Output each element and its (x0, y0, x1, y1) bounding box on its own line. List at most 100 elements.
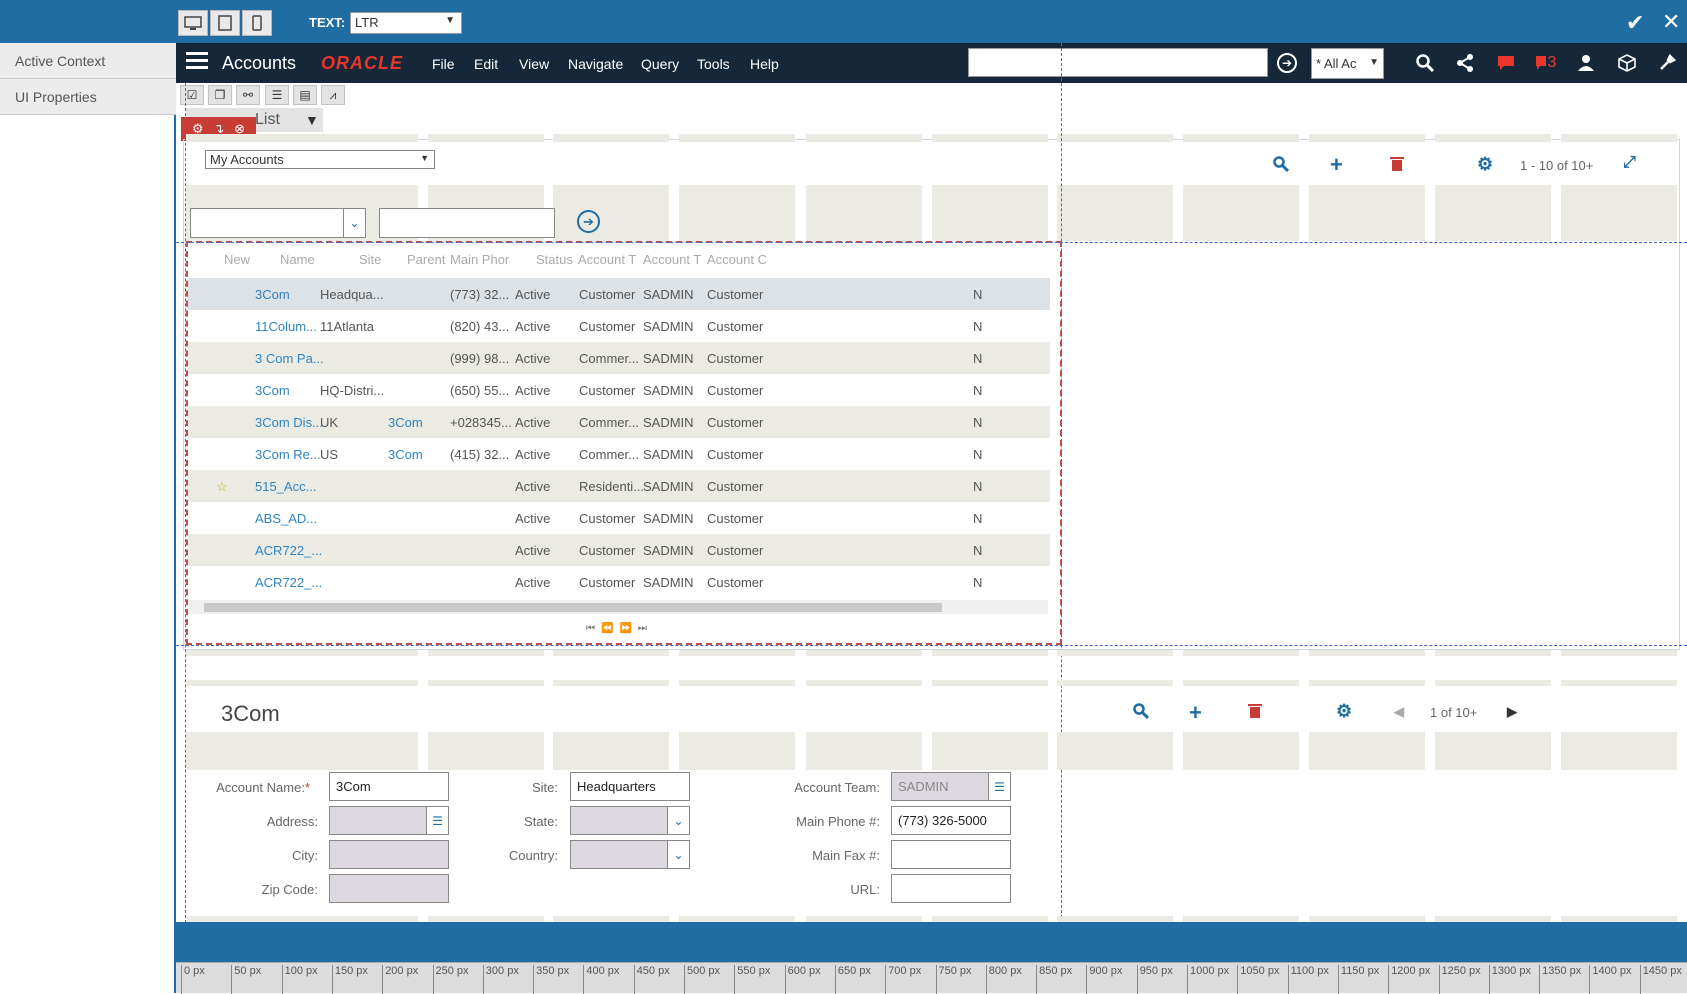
previous-record-icon[interactable]: ◀ (1394, 704, 1404, 720)
cell-name[interactable]: 515_Acc... (255, 479, 316, 494)
form-settings-gear-icon[interactable]: ⚙ (1336, 701, 1352, 722)
cell-name[interactable]: 3Com Re... (255, 447, 321, 462)
list-tab-caret-icon[interactable]: ▼ (305, 112, 319, 128)
chat-icon[interactable] (1493, 50, 1519, 76)
chevron-down-icon[interactable]: ⌄ (343, 209, 365, 237)
add-record-icon[interactable]: + (1330, 152, 1343, 178)
column-header-main-phone[interactable]: Main Phor (450, 252, 509, 267)
form-add-icon[interactable]: + (1189, 700, 1202, 726)
search-scope-select[interactable]: * All Ac ▼ (1311, 48, 1384, 79)
table-row[interactable]: ☆ 515_Acc... Active Residenti... SADMIN Custo… (188, 470, 1050, 502)
cell-flag: N (973, 511, 983, 526)
country-field[interactable]: ⌄ (570, 840, 690, 869)
chevron-down-icon[interactable]: ⌄ (667, 807, 689, 834)
tablet-view-button[interactable] (210, 10, 240, 36)
menu-view[interactable]: View (519, 56, 549, 72)
copy-icon[interactable]: ❐ (208, 85, 232, 105)
query-field-combo[interactable]: ⌄ (190, 208, 366, 238)
column-header-site[interactable]: Site (359, 252, 381, 267)
column-header-account-class[interactable]: Account C (707, 252, 767, 267)
wrench-icon[interactable] (1654, 50, 1680, 76)
cube-icon[interactable] (1614, 50, 1640, 76)
cell-name[interactable]: 3Com (255, 287, 290, 302)
scrollbar-thumb[interactable] (204, 603, 942, 612)
text-direction-select[interactable]: LTR ▼ (350, 12, 462, 34)
settings-gear-icon[interactable]: ⚙ (1477, 154, 1493, 175)
link-icon[interactable]: ⚯ (236, 85, 260, 105)
cell-name[interactable]: ACR722_... (255, 543, 322, 558)
chevron-down-icon[interactable]: ⌄ (667, 841, 689, 868)
clipboard-icon[interactable]: ▤ (293, 85, 317, 105)
form-delete-icon[interactable] (1248, 703, 1262, 724)
cell-name[interactable]: 11Colum... (255, 319, 317, 334)
menu-help[interactable]: Help (750, 56, 779, 72)
go-arrow-icon[interactable]: ➔ (1277, 53, 1297, 73)
expand-icon[interactable]: ⤢ (1623, 154, 1636, 172)
main-phone-field[interactable]: (773) 326-5000 (891, 806, 1011, 835)
close-icon[interactable]: ✕ (1662, 9, 1680, 35)
column-header-parent[interactable]: Parent (407, 252, 445, 267)
cell-name[interactable]: ABS_AD... (255, 511, 317, 526)
zip-code-field[interactable] (329, 874, 449, 903)
global-search-input[interactable] (968, 48, 1268, 77)
table-row[interactable]: ACR722_... Active Customer SADMIN Customer N (188, 566, 1050, 598)
main-fax-field[interactable] (891, 840, 1011, 869)
horizontal-scrollbar[interactable] (188, 600, 1048, 614)
checkmark-icon[interactable]: ✔ (1626, 10, 1644, 36)
table-row[interactable]: 3 Com Pa... (999) 98... Active Commer... SAD… (188, 342, 1050, 374)
column-header-account-team[interactable]: Account T (643, 252, 701, 267)
desktop-view-button[interactable] (178, 10, 208, 36)
form-search-icon[interactable] (1133, 703, 1150, 724)
next-record-icon[interactable]: ▶ (1507, 704, 1517, 720)
table-row[interactable]: 3Com Dis... UK 3Com +028345... Active Commer.… (188, 406, 1050, 438)
user-icon[interactable] (1573, 50, 1599, 76)
cell-parent[interactable]: 3Com (388, 447, 423, 462)
query-value-input[interactable] (379, 208, 555, 238)
checklist-icon[interactable]: ☑ (180, 85, 204, 105)
column-header-account-type[interactable]: Account T (578, 252, 636, 267)
table-row[interactable]: 3Com Headqua... (773) 32... Active Customer S… (188, 278, 1050, 310)
menu-query[interactable]: Query (641, 56, 679, 72)
menu-navigate[interactable]: Navigate (568, 56, 623, 72)
menu-file[interactable]: File (432, 56, 455, 72)
notifications-icon[interactable]: 3 (1528, 50, 1562, 76)
picker-icon[interactable]: ☰ (988, 773, 1010, 800)
table-row[interactable]: 3Com Re... US 3Com (415) 32... Active Commer.… (188, 438, 1050, 470)
column-header-name[interactable]: Name (280, 252, 315, 267)
cell-parent[interactable]: 3Com (388, 415, 423, 430)
table-row[interactable]: 11Colum... 11Atlanta (820) 43... Active Cust… (188, 310, 1050, 342)
menu-edit[interactable]: Edit (474, 56, 498, 72)
cell-name[interactable]: 3Com (255, 383, 290, 398)
table-row[interactable]: 3Com HQ-Distri... (650) 55... Active Custome… (188, 374, 1050, 406)
query-go-icon[interactable]: ➔ (577, 210, 600, 233)
chart-icon[interactable]: ⩘ (321, 85, 345, 105)
address-field[interactable]: ☰ (329, 806, 449, 835)
pager-controls[interactable]: ⏮⏪⏩⏭ (586, 623, 653, 634)
column-header-status[interactable]: Status (536, 252, 573, 267)
table-row[interactable]: ABS_AD... Active Customer SADMIN Customer N (188, 502, 1050, 534)
menu-tools[interactable]: Tools (697, 56, 730, 72)
cell-account-class: Customer (707, 511, 764, 526)
phone-view-button[interactable] (242, 10, 272, 36)
saved-query-select[interactable]: My Accounts ▼ (205, 150, 435, 169)
ui-properties-tab[interactable]: UI Properties (0, 79, 176, 115)
search-icon[interactable] (1412, 50, 1438, 76)
share-icon[interactable] (1452, 50, 1478, 76)
cell-name[interactable]: ACR722_... (255, 575, 322, 590)
site-field[interactable]: Headquarters (570, 772, 690, 801)
query-search-icon[interactable] (1273, 156, 1290, 177)
cell-name[interactable]: 3 Com Pa... (255, 351, 324, 366)
city-field[interactable] (329, 840, 449, 869)
hamburger-menu-icon[interactable] (186, 52, 208, 70)
delete-record-icon[interactable] (1390, 156, 1404, 177)
list-icon[interactable]: ☰ (265, 85, 289, 105)
account-name-field[interactable]: 3Com (329, 772, 449, 801)
cell-name[interactable]: 3Com Dis... (255, 415, 323, 430)
picker-icon[interactable]: ☰ (426, 807, 448, 834)
table-row[interactable]: ACR722_... Active Customer SADMIN Customer N (188, 534, 1050, 566)
account-team-field[interactable]: SADMIN ☰ (891, 772, 1011, 801)
url-field[interactable] (891, 874, 1011, 903)
column-header-new[interactable]: New (224, 252, 250, 267)
state-field[interactable]: ⌄ (570, 806, 690, 835)
active-context-tab[interactable]: Active Context (0, 43, 176, 79)
